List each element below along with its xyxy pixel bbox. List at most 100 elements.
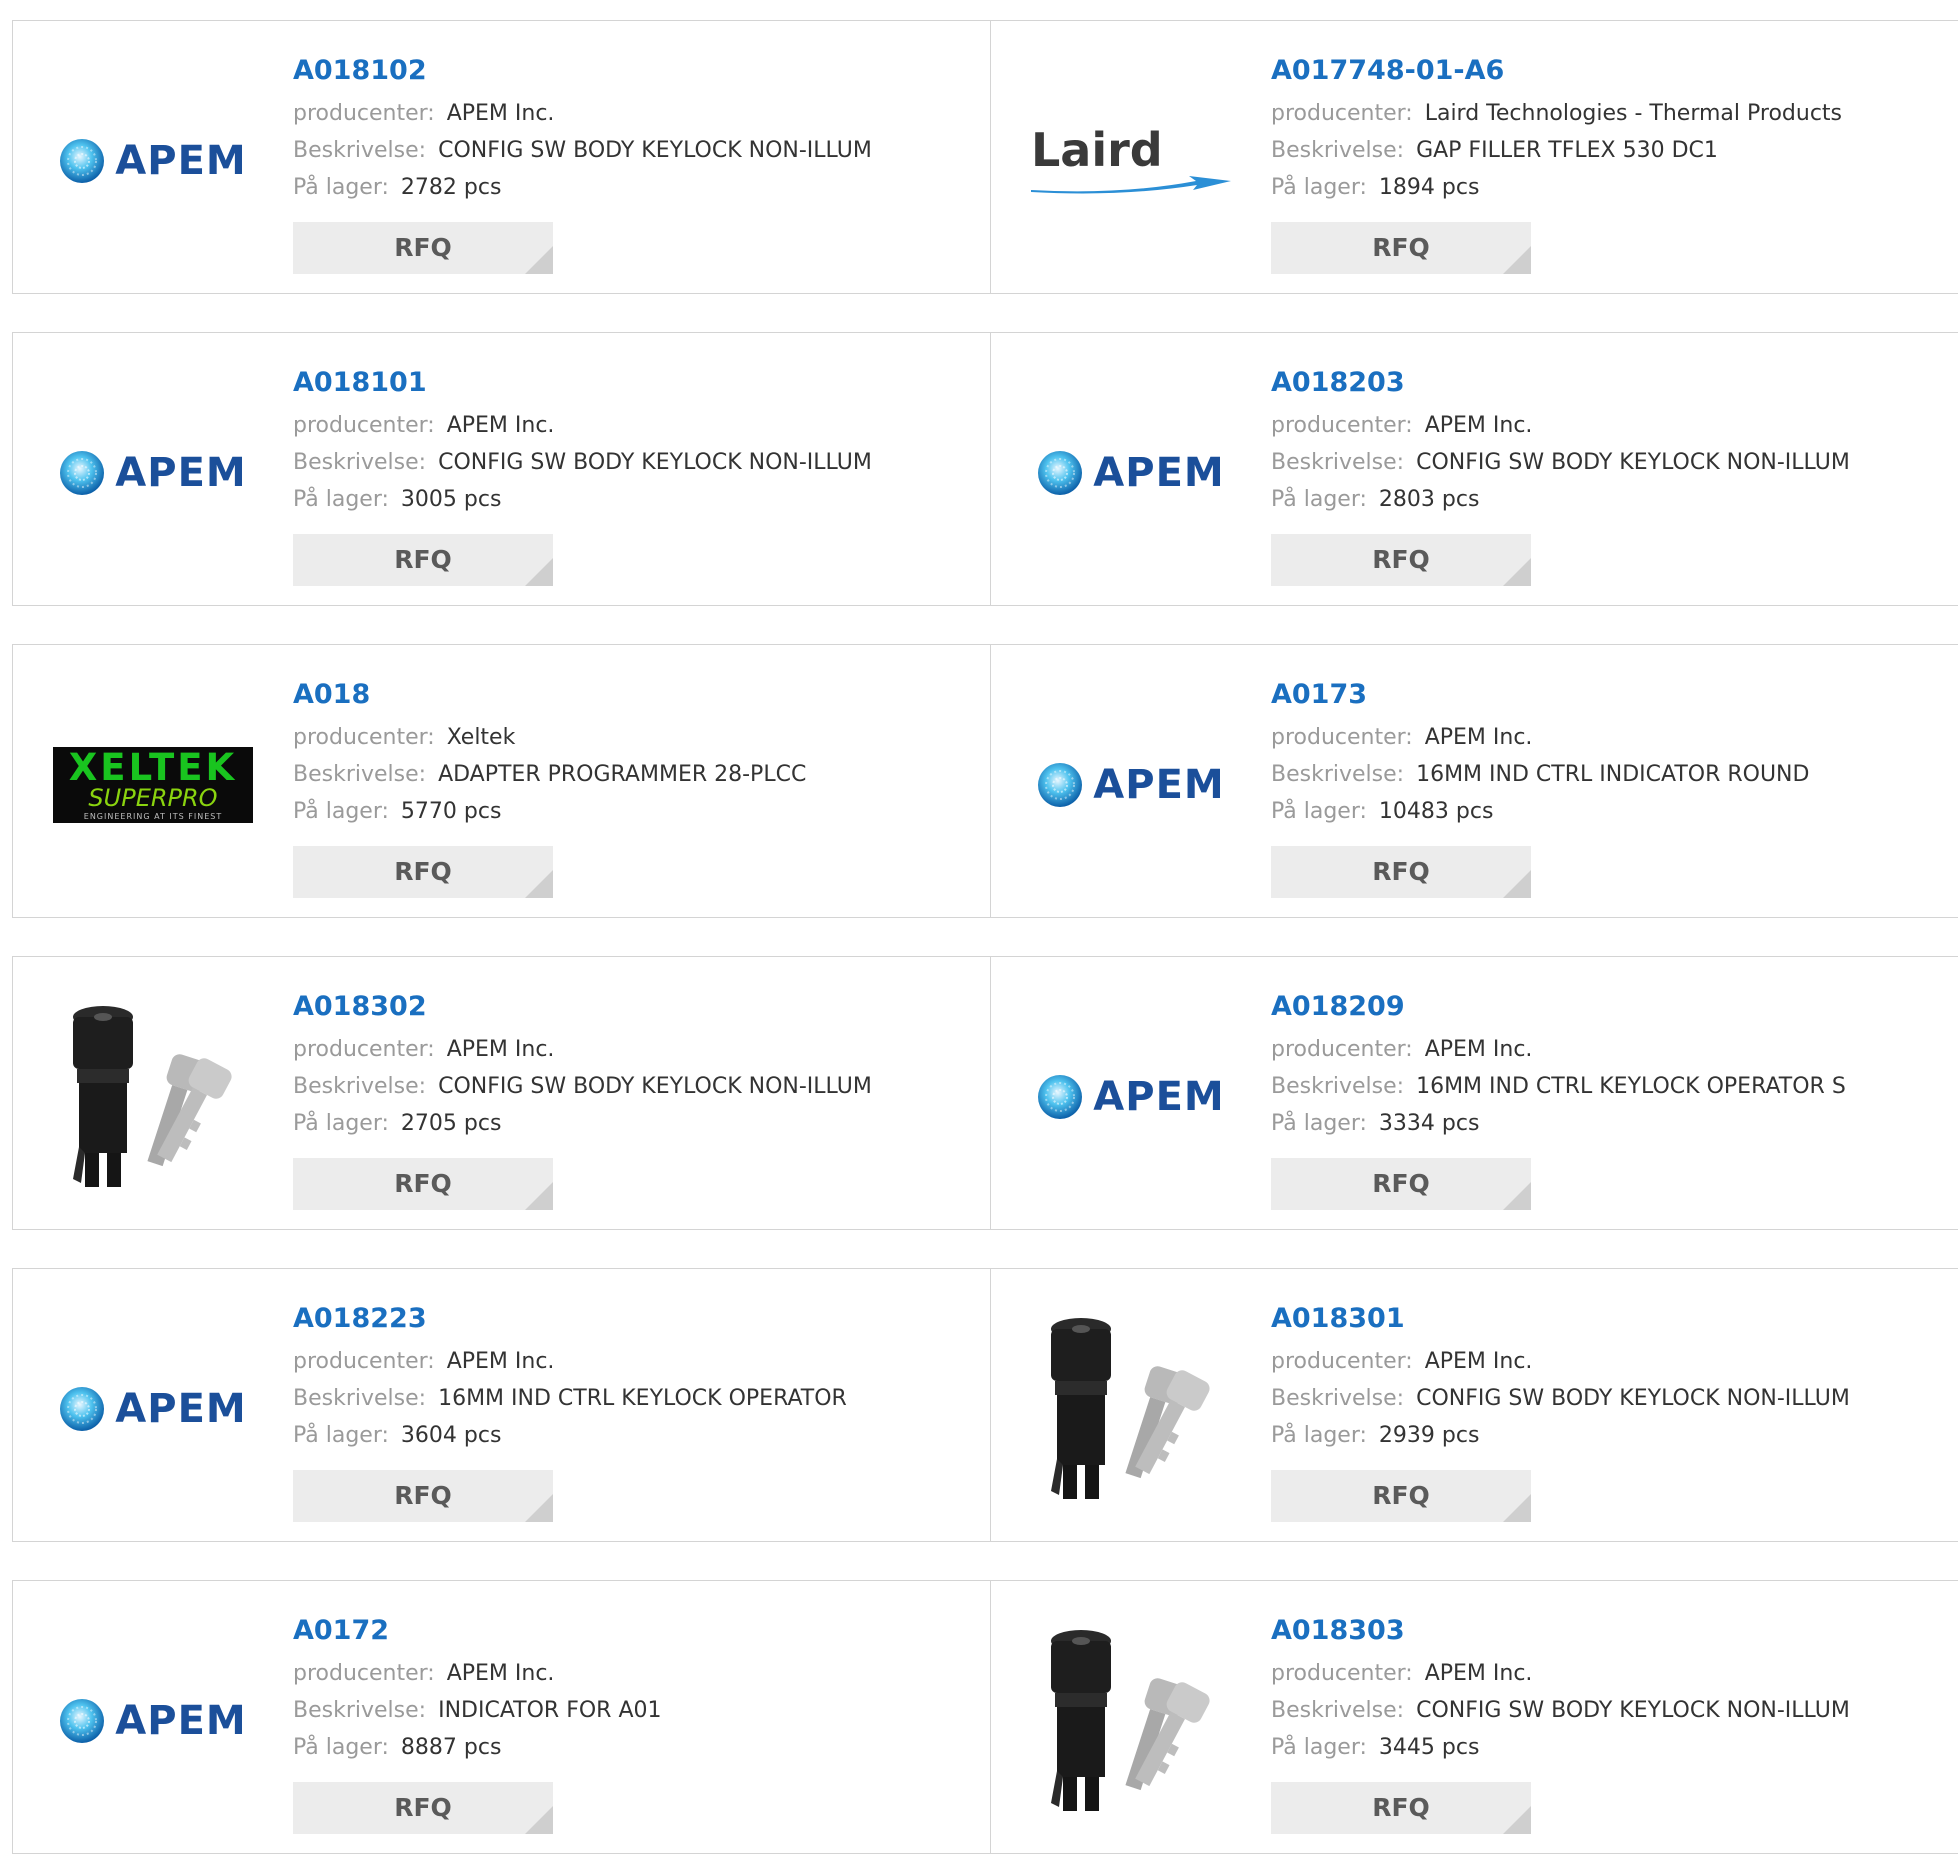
part-number-link[interactable]: A0173 — [1271, 675, 1809, 715]
stock-label: På lager: — [293, 1735, 389, 1760]
manufacturer-row: producenter: APEM Inc. — [1271, 1655, 1850, 1692]
product-image[interactable] — [53, 997, 253, 1197]
product-info: A018102 producenter: APEM Inc. Beskrivels… — [293, 51, 872, 274]
product-info: A018302 producenter: APEM Inc. Beskrivels… — [293, 987, 872, 1210]
product-image[interactable]: APEM — [1031, 997, 1231, 1197]
product-info: A017748-01-A6 producenter: Laird Technolo… — [1271, 51, 1842, 274]
stock-value: 3604 pcs — [400, 1423, 502, 1448]
part-number-link[interactable]: A018101 — [293, 363, 872, 403]
product-image[interactable] — [1031, 1309, 1231, 1509]
description-label: Beskrivelse: — [1271, 1698, 1405, 1723]
rfq-button[interactable]: RFQ — [293, 1782, 553, 1834]
description-row: Beskrivelse: 16MM IND CTRL KEYLOCK OPERAT… — [1271, 1068, 1846, 1105]
part-number-link[interactable]: A018301 — [1271, 1299, 1850, 1339]
product-image[interactable]: APEM — [53, 61, 253, 261]
manufacturer-label: producenter: — [293, 725, 435, 750]
stock-row: På lager: 10483 pcs — [1271, 793, 1809, 830]
stock-value: 3445 pcs — [1378, 1735, 1480, 1760]
laird-logo-text: Laird — [1031, 123, 1163, 177]
description-value: 16MM IND CTRL KEYLOCK OPERATOR S — [1416, 1074, 1846, 1099]
apem-globe-icon — [60, 451, 105, 495]
rfq-button[interactable]: RFQ — [293, 846, 553, 898]
description-label: Beskrivelse: — [293, 1698, 427, 1723]
apem-logo: APEM — [59, 450, 246, 496]
product-image[interactable] — [1031, 1621, 1231, 1821]
product-image[interactable]: APEM — [53, 373, 253, 573]
stock-label: På lager: — [293, 1423, 389, 1448]
stock-label: På lager: — [1271, 1111, 1367, 1136]
rfq-corner-decoration — [525, 246, 553, 274]
rfq-button[interactable]: RFQ — [1271, 1470, 1531, 1522]
part-number-link[interactable]: A0172 — [293, 1611, 661, 1651]
manufacturer-label: producenter: — [1271, 1661, 1413, 1686]
product-info: A018203 producenter: APEM Inc. Beskrivels… — [1271, 363, 1850, 586]
product-image[interactable]: XELTEK SUPERPRO ENGINEERING AT ITS FINES… — [53, 685, 253, 885]
part-number-link[interactable]: A018303 — [1271, 1611, 1850, 1651]
product-image[interactable]: APEM — [53, 1621, 253, 1821]
rfq-button[interactable]: RFQ — [1271, 846, 1531, 898]
product-image[interactable]: Laird — [1031, 61, 1231, 261]
manufacturer-value: APEM Inc. — [446, 1349, 555, 1374]
rfq-button[interactable]: RFQ — [1271, 222, 1531, 274]
part-number-link[interactable]: A018302 — [293, 987, 872, 1027]
xeltek-superpro-text: SUPERPRO — [88, 784, 218, 813]
part-number-link[interactable]: A017748-01-A6 — [1271, 51, 1842, 91]
stock-row: På lager: 2803 pcs — [1271, 481, 1850, 518]
description-row: Beskrivelse: CONFIG SW BODY KEYLOCK NON-I… — [1271, 1380, 1850, 1417]
description-label: Beskrivelse: — [293, 1074, 427, 1099]
apem-logo: APEM — [59, 138, 246, 184]
rfq-button[interactable]: RFQ — [293, 1470, 553, 1522]
manufacturer-value: Laird Technologies - Thermal Products — [1424, 101, 1843, 126]
rfq-button[interactable]: RFQ — [1271, 534, 1531, 586]
manufacturer-label: producenter: — [293, 413, 435, 438]
rfq-label: RFQ — [1372, 1793, 1430, 1822]
manufacturer-value: APEM Inc. — [446, 1661, 555, 1686]
stock-row: På lager: 5770 pcs — [293, 793, 806, 830]
rfq-button[interactable]: RFQ — [1271, 1158, 1531, 1210]
description-value: CONFIG SW BODY KEYLOCK NON-ILLUM — [1416, 1386, 1850, 1411]
stock-value: 8887 pcs — [400, 1735, 502, 1760]
stock-row: På lager: 1894 pcs — [1271, 169, 1842, 206]
apem-logo-text: APEM — [115, 1386, 247, 1432]
stock-value: 2782 pcs — [400, 175, 502, 200]
product-image[interactable]: APEM — [1031, 685, 1231, 885]
rfq-corner-decoration — [525, 870, 553, 898]
rfq-button[interactable]: RFQ — [293, 222, 553, 274]
apem-globe-icon — [1038, 451, 1083, 495]
stock-value: 10483 pcs — [1378, 799, 1494, 824]
rfq-corner-decoration — [1503, 1806, 1531, 1834]
rfq-button[interactable]: RFQ — [293, 534, 553, 586]
description-label: Beskrivelse: — [293, 762, 427, 787]
product-image[interactable]: APEM — [53, 1309, 253, 1509]
part-number-link[interactable]: A018 — [293, 675, 806, 715]
stock-row: På lager: 2782 pcs — [293, 169, 872, 206]
manufacturer-value: APEM Inc. — [1424, 1037, 1533, 1062]
product-info: A0172 producenter: APEM Inc. Beskrivelse:… — [293, 1611, 661, 1834]
apem-logo: APEM — [1037, 762, 1224, 808]
stock-value: 3005 pcs — [400, 487, 502, 512]
rfq-label: RFQ — [1372, 233, 1430, 262]
description-value: CONFIG SW BODY KEYLOCK NON-ILLUM — [1416, 450, 1850, 475]
manufacturer-row: producenter: Laird Technologies - Thermal… — [1271, 95, 1842, 132]
part-number-link[interactable]: A018209 — [1271, 987, 1846, 1027]
product-image[interactable]: APEM — [1031, 373, 1231, 573]
manufacturer-label: producenter: — [1271, 413, 1413, 438]
stock-value: 1894 pcs — [1378, 175, 1480, 200]
part-number-link[interactable]: A018102 — [293, 51, 872, 91]
part-number-link[interactable]: A018203 — [1271, 363, 1850, 403]
apem-logo-text: APEM — [1093, 762, 1225, 808]
rfq-button[interactable]: RFQ — [1271, 1782, 1531, 1834]
product-grid: APEM A018102 producenter: APEM Inc. Beskr… — [0, 0, 1958, 1854]
apem-logo: APEM — [1037, 1074, 1224, 1120]
manufacturer-value: APEM Inc. — [1424, 725, 1533, 750]
product-info: A018303 producenter: APEM Inc. Beskrivels… — [1271, 1611, 1850, 1834]
part-number-link[interactable]: A018223 — [293, 1299, 847, 1339]
manufacturer-label: producenter: — [1271, 1349, 1413, 1374]
stock-row: På lager: 3604 pcs — [293, 1417, 847, 1454]
stock-row: På lager: 2705 pcs — [293, 1105, 872, 1142]
description-value: ADAPTER PROGRAMMER 28-PLCC — [438, 762, 807, 787]
apem-globe-icon — [1038, 1075, 1083, 1119]
stock-label: På lager: — [1271, 1735, 1367, 1760]
rfq-button[interactable]: RFQ — [293, 1158, 553, 1210]
manufacturer-row: producenter: APEM Inc. — [1271, 1031, 1846, 1068]
